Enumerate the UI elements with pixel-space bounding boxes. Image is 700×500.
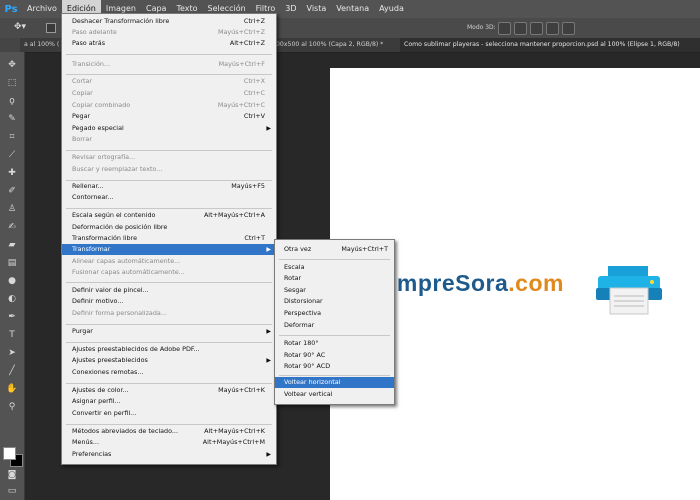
menu-ayuda[interactable]: Ayuda bbox=[374, 0, 409, 18]
doc-tab-1[interactable]: a al 100% ( bbox=[20, 38, 64, 52]
blur-tool-icon[interactable]: ● bbox=[5, 274, 19, 288]
submenu-item-rotate-90-cw[interactable]: Rotar 90° AC bbox=[275, 350, 394, 361]
menu-item-preferences[interactable]: Preferencias ▶ bbox=[62, 449, 276, 460]
pen-tool-icon[interactable]: ✒ bbox=[5, 310, 19, 324]
submenu-item-warp[interactable]: Deformar bbox=[275, 320, 394, 331]
menu-item-step-forward[interactable]: Paso adelante Mayús+Ctrl+Z bbox=[62, 27, 276, 38]
menu-item-fill[interactable]: Rellenar... Mayús+F5 bbox=[62, 181, 276, 192]
dodge-tool-icon[interactable]: ◐ bbox=[5, 292, 19, 306]
menu-item-copy[interactable]: Copiar Ctrl+C bbox=[62, 88, 276, 99]
menu-item-check-spelling[interactable]: Revisar ortografía... bbox=[62, 152, 276, 163]
menu-item-convert-profile[interactable]: Convertir en perfil... bbox=[62, 408, 276, 419]
menu-item-content-aware-scale[interactable]: Escala según el contenido Alt+Mayús+Ctrl+… bbox=[62, 210, 276, 221]
menu-item-pdf-presets[interactable]: Ajustes preestablecidos de Adobe PDF... bbox=[62, 344, 276, 355]
doc-tab-active[interactable]: Como sublimar playeras - selecciona mant… bbox=[400, 38, 700, 52]
menu-item-paste-special[interactable]: Pegado especial ▶ bbox=[62, 123, 276, 134]
menu-item-copy-merged[interactable]: Copiar combinado Mayús+Ctrl+C bbox=[62, 100, 276, 111]
edit-menu-dropdown: Deshacer Transformación libre Ctrl+Z Paso… bbox=[61, 13, 277, 465]
menu-vista[interactable]: Vista bbox=[302, 0, 332, 18]
menu-item-transform[interactable]: Transformar ▶ bbox=[62, 244, 276, 255]
menu-item-color-settings[interactable]: Ajustes de color... Mayús+Ctrl+K bbox=[62, 385, 276, 396]
pan-3d-icon[interactable] bbox=[530, 22, 543, 35]
menu-item-find-replace[interactable]: Buscar y reemplazar texto... bbox=[62, 164, 276, 175]
menu-archivo[interactable]: Archivo bbox=[22, 0, 62, 18]
submenu-arrow-icon: ▶ bbox=[266, 246, 271, 253]
healing-brush-tool-icon[interactable]: ✚ bbox=[5, 166, 19, 180]
transform-submenu: Otra vez Mayús+Ctrl+T Escala Rotar Sesgar… bbox=[274, 239, 395, 405]
clone-stamp-tool-icon[interactable]: ♙ bbox=[5, 202, 19, 216]
mode-3d-label: Modo 3D: bbox=[467, 24, 496, 31]
eraser-tool-icon[interactable]: ▰ bbox=[5, 238, 19, 252]
menu-item-fade[interactable]: Transición... Mayús+Ctrl+F bbox=[62, 59, 276, 70]
menu-item-define-shape[interactable]: Definir forma personalizada... bbox=[62, 308, 276, 319]
menu-item-remote-connections[interactable]: Conexiones remotas... bbox=[62, 367, 276, 378]
menu-item-presets[interactable]: Ajustes preestablecidos ▶ bbox=[62, 355, 276, 366]
submenu-arrow-icon: ▶ bbox=[266, 328, 271, 335]
menu-item-puppet-warp[interactable]: Deformación de posición libre bbox=[62, 222, 276, 233]
path-selection-tool-icon[interactable]: ➤ bbox=[5, 346, 19, 360]
submenu-arrow-icon: ▶ bbox=[266, 451, 271, 458]
menu-ventana[interactable]: Ventana bbox=[331, 0, 374, 18]
zoom-tool-icon[interactable]: ⚲ bbox=[5, 400, 19, 414]
scale-3d-icon[interactable] bbox=[562, 22, 575, 35]
menu-item-auto-blend[interactable]: Fusionar capas automáticamente... bbox=[62, 267, 276, 278]
menu-3d[interactable]: 3D bbox=[280, 0, 301, 18]
menu-item-paste[interactable]: Pegar Ctrl+V bbox=[62, 111, 276, 122]
menu-item-menus[interactable]: Menús... Alt+Mayús+Ctrl+M bbox=[62, 437, 276, 448]
quick-selection-tool-icon[interactable]: ✎ bbox=[5, 112, 19, 126]
brush-tool-icon[interactable]: ✐ bbox=[5, 184, 19, 198]
menu-item-step-back[interactable]: Paso atrás Alt+Ctrl+Z bbox=[62, 38, 276, 49]
tools-panel: ✥ ⬚ ϙ ✎ ⌗ ⟋ ✚ ✐ ♙ ✍ ▰ ▤ ● ◐ ✒ T ➤ ╱ ✋ ⚲ … bbox=[0, 52, 25, 500]
menu-item-undo[interactable]: Deshacer Transformación libre Ctrl+Z bbox=[62, 16, 276, 27]
screen-mode-icon[interactable]: ▭ bbox=[5, 484, 19, 498]
foreground-color-swatch[interactable] bbox=[3, 447, 16, 460]
submenu-item-perspective[interactable]: Perspectiva bbox=[275, 308, 394, 319]
marquee-tool-icon[interactable]: ⬚ bbox=[5, 76, 19, 90]
submenu-item-skew[interactable]: Sesgar bbox=[275, 285, 394, 296]
submenu-arrow-icon: ▶ bbox=[266, 357, 271, 364]
eyedropper-tool-icon[interactable]: ⟋ bbox=[5, 148, 19, 162]
menu-item-auto-align[interactable]: Alinear capas automáticamente... bbox=[62, 256, 276, 267]
submenu-item-scale[interactable]: Escala bbox=[275, 262, 394, 273]
submenu-item-rotate-90-ccw[interactable]: Rotar 90° ACD bbox=[275, 361, 394, 372]
orbit-3d-icon[interactable] bbox=[498, 22, 511, 35]
gradient-tool-icon[interactable]: ▤ bbox=[5, 256, 19, 270]
logo-text-main: ImpreSora bbox=[390, 270, 509, 296]
line-tool-icon[interactable]: ╱ bbox=[5, 364, 19, 378]
submenu-item-rotate[interactable]: Rotar bbox=[275, 273, 394, 284]
menu-item-define-pattern[interactable]: Definir motivo... bbox=[62, 296, 276, 307]
menu-item-cut[interactable]: Cortar Ctrl+X bbox=[62, 76, 276, 87]
auto-select-checkbox[interactable] bbox=[46, 23, 56, 33]
move-tool-icon[interactable]: ✥ bbox=[5, 58, 19, 72]
quick-mask-icon[interactable]: ◙ bbox=[5, 468, 19, 482]
logo-text-domain: .com bbox=[508, 270, 564, 296]
history-brush-tool-icon[interactable]: ✍ bbox=[5, 220, 19, 234]
submenu-item-flip-vertical[interactable]: Voltear vertical bbox=[275, 389, 394, 400]
move-tool-preset-icon[interactable]: ✥▾ bbox=[14, 22, 44, 34]
slide-3d-icon[interactable] bbox=[546, 22, 559, 35]
photoshop-logo: Ps bbox=[4, 3, 18, 15]
menu-item-assign-profile[interactable]: Asignar perfil... bbox=[62, 396, 276, 407]
submenu-item-distort[interactable]: Distorsionar bbox=[275, 296, 394, 307]
menu-item-define-brush[interactable]: Definir valor de pincel... bbox=[62, 285, 276, 296]
menu-item-clear[interactable]: Borrar bbox=[62, 134, 276, 145]
doc-tab-2[interactable]: 00x500 al 100% (Capa 2, RGB/8) * bbox=[272, 38, 406, 52]
submenu-arrow-icon: ▶ bbox=[266, 125, 271, 132]
submenu-item-rotate-180[interactable]: Rotar 180° bbox=[275, 338, 394, 349]
lasso-tool-icon[interactable]: ϙ bbox=[5, 94, 19, 108]
menu-item-free-transform[interactable]: Transformación libre Ctrl+T bbox=[62, 233, 276, 244]
impresora-logo-text: ImpreSora.com bbox=[390, 270, 564, 297]
type-tool-icon[interactable]: T bbox=[5, 328, 19, 342]
submenu-item-flip-horizontal[interactable]: Voltear horizontal bbox=[275, 377, 394, 388]
submenu-item-again[interactable]: Otra vez Mayús+Ctrl+T bbox=[275, 244, 394, 255]
crop-tool-icon[interactable]: ⌗ bbox=[5, 130, 19, 144]
menu-item-stroke[interactable]: Contornear... bbox=[62, 192, 276, 203]
menu-item-purge[interactable]: Purgar ▶ bbox=[62, 326, 276, 337]
printer-icon bbox=[596, 266, 662, 315]
menu-item-keyboard-shortcuts[interactable]: Métodos abreviados de teclado... Alt+Mayú… bbox=[62, 426, 276, 437]
hand-tool-icon[interactable]: ✋ bbox=[5, 382, 19, 396]
roll-3d-icon[interactable] bbox=[514, 22, 527, 35]
